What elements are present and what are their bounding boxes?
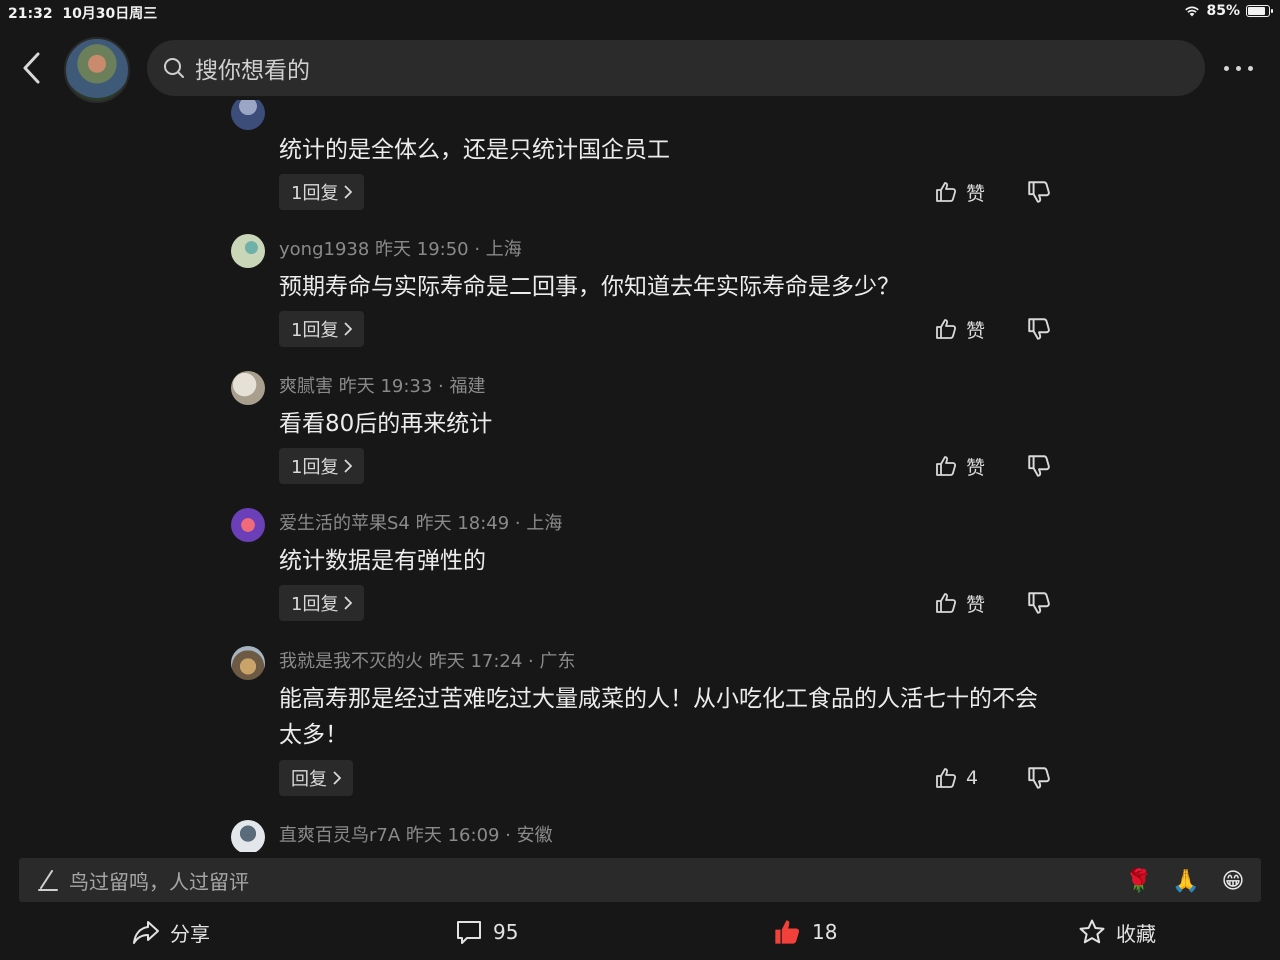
search-input[interactable]: 搜你想看的 bbox=[147, 40, 1205, 96]
like-button[interactable]: 赞 bbox=[934, 588, 985, 618]
more-dot-icon bbox=[1236, 65, 1241, 71]
rose-emoji-button[interactable]: 🌹 bbox=[1124, 866, 1154, 896]
wifi-icon bbox=[1185, 6, 1200, 17]
thumbs-down-icon[interactable] bbox=[1026, 316, 1052, 342]
more-button[interactable] bbox=[1224, 56, 1260, 80]
reply-button[interactable]: 1回复 bbox=[279, 311, 365, 347]
comment-meta: 爱生活的苹果S4 昨天 18:49 · 上海 bbox=[279, 513, 563, 534]
search-placeholder: 搜你想看的 bbox=[195, 58, 310, 84]
star-icon bbox=[1079, 919, 1105, 944]
comment-meta: 爽腻害 昨天 19:33 · 福建 bbox=[279, 376, 486, 397]
comment-text: 统计数据是有弹性的 bbox=[279, 548, 486, 574]
thumbs-up-filled-icon bbox=[775, 920, 800, 944]
thumbs-down-icon[interactable] bbox=[1026, 590, 1052, 616]
battery-icon bbox=[1246, 5, 1273, 17]
chevron-left-icon bbox=[23, 52, 40, 84]
like-button[interactable]: 赞 bbox=[934, 451, 985, 481]
commenter-avatar[interactable] bbox=[231, 371, 265, 405]
status-date: 10月30日周三 bbox=[62, 6, 158, 22]
commenter-avatar[interactable] bbox=[231, 820, 265, 852]
thumbs-down-icon[interactable] bbox=[1026, 765, 1052, 791]
like-count: 4 bbox=[966, 767, 979, 789]
reply-button[interactable]: 回复 bbox=[279, 760, 353, 796]
like-button[interactable]: 赞 bbox=[934, 177, 985, 207]
comment-placeholder: 鸟过留鸣，人过留评 bbox=[69, 869, 249, 894]
commenter-avatar[interactable] bbox=[231, 508, 265, 542]
back-button[interactable] bbox=[18, 50, 48, 86]
chevron-right-icon bbox=[344, 322, 353, 336]
status-right: 85% bbox=[1184, 3, 1273, 19]
comment-text: 统计的是全体么，还是只统计国企员工 bbox=[279, 137, 670, 163]
like-post-button[interactable]: 18 bbox=[772, 914, 837, 950]
comment-input[interactable]: 鸟过留鸣，人过留评 bbox=[19, 858, 1261, 902]
comment-meta: 我就是我不灭的火 昨天 17:24 · 广东 bbox=[279, 651, 576, 672]
like-button[interactable]: 赞 bbox=[934, 314, 985, 344]
thumbs-down-icon[interactable] bbox=[1026, 453, 1052, 479]
author-avatar[interactable] bbox=[64, 37, 130, 103]
pray-emoji-button[interactable]: 🙏 bbox=[1171, 866, 1201, 896]
reply-button[interactable]: 1回复 bbox=[279, 448, 365, 484]
chevron-right-icon bbox=[344, 185, 353, 199]
share-icon bbox=[133, 921, 159, 944]
battery-percent: 85% bbox=[1206, 3, 1240, 19]
comment-meta: yong1938 昨天 19:50 · 上海 bbox=[279, 239, 522, 260]
thumbs-up-icon bbox=[936, 768, 957, 788]
more-dot-icon bbox=[1224, 65, 1229, 71]
comment-text: 能高寿那是经过苦难吃过大量咸菜的人！从小吃化工食品的人活七十的不会太多！ bbox=[279, 686, 1038, 748]
thumbs-up-icon bbox=[936, 456, 957, 476]
reply-button[interactable]: 1回复 bbox=[279, 174, 365, 210]
comment-icon bbox=[457, 921, 481, 944]
comment-text: 预期寿命与实际寿命是二回事，你知道去年实际寿命是多少？ bbox=[279, 274, 900, 300]
comment-text: 看看80后的再来统计 bbox=[279, 411, 493, 437]
search-icon bbox=[164, 58, 184, 78]
comments-count: 95 bbox=[493, 920, 519, 944]
thumbs-up-icon bbox=[936, 319, 957, 339]
comment-meta: 直爽百灵鸟r7A 昨天 16:09 · 安徽 bbox=[279, 825, 553, 846]
more-dot-icon bbox=[1248, 65, 1253, 71]
comments-button[interactable]: 95 bbox=[455, 914, 518, 950]
chevron-right-icon bbox=[333, 771, 341, 785]
thumbs-up-icon bbox=[936, 182, 957, 202]
comment-list: 统计的是全体么，还是只统计国企员工 1回复 赞 yong1938 昨天 19:5… bbox=[0, 100, 1280, 852]
share-button[interactable]: 分享 bbox=[132, 914, 210, 950]
status-time: 21:32 10月30日周三 bbox=[8, 6, 158, 22]
commenter-avatar[interactable] bbox=[231, 100, 265, 130]
chevron-right-icon bbox=[344, 596, 353, 610]
grin-emoji-button[interactable]: 😁 bbox=[1218, 866, 1248, 896]
reply-button[interactable]: 1回复 bbox=[279, 585, 365, 621]
likes-count: 18 bbox=[812, 920, 838, 944]
favorite-button[interactable]: 收藏 bbox=[1078, 914, 1156, 950]
chevron-right-icon bbox=[344, 459, 353, 473]
thumbs-down-icon[interactable] bbox=[1026, 179, 1052, 205]
commenter-avatar[interactable] bbox=[231, 646, 265, 680]
status-bar: 21:32 10月30日周三 85% bbox=[0, 0, 1280, 24]
thumbs-up-icon bbox=[936, 593, 957, 613]
like-button[interactable]: 4 bbox=[934, 763, 978, 793]
commenter-avatar[interactable] bbox=[231, 234, 265, 268]
pencil-icon bbox=[38, 870, 58, 891]
